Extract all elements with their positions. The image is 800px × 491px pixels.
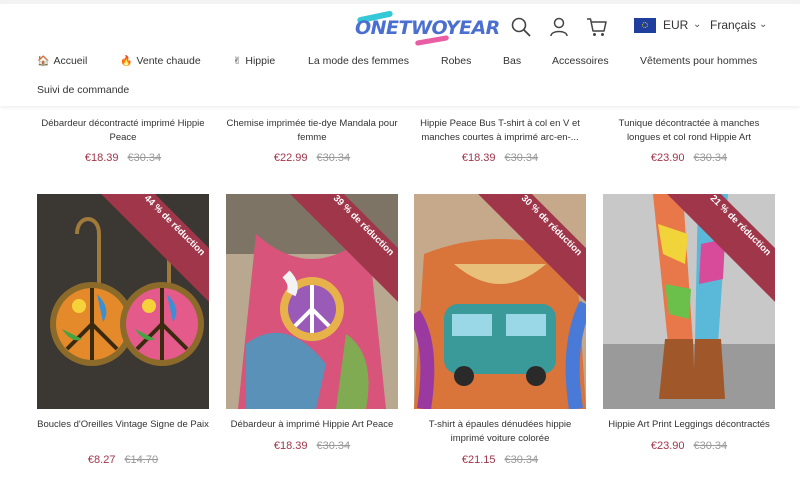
original-price: €30.34 [316, 440, 351, 452]
sale-price: €18.39 [273, 440, 308, 452]
product-image[interactable]: 44 % de réduction [37, 194, 209, 409]
original-price: €30.34 [693, 440, 728, 452]
nav-item-vente-chaude[interactable]: 🔥 Vente chaude [120, 55, 201, 67]
nav-item-robes[interactable]: Robes [441, 55, 471, 67]
brand-logo[interactable]: ONETWOYEAR [355, 10, 500, 46]
product-price: €23.90 €30.34 [603, 152, 775, 164]
original-price: €30.34 [127, 152, 162, 164]
sale-price: €23.90 [650, 152, 685, 164]
original-price: €30.34 [504, 152, 539, 164]
nav-item-vetements-hommes[interactable]: Vêtements pour hommes [640, 55, 757, 67]
sale-price: €18.39 [84, 152, 119, 164]
sale-price: €23.90 [650, 440, 685, 452]
sale-price: €22.99 [273, 152, 308, 164]
original-price: €30.34 [504, 454, 539, 466]
sale-price: €21.15 [461, 454, 496, 466]
nav-item-bas[interactable]: Bas [503, 55, 521, 67]
cart-icon[interactable] [586, 16, 608, 38]
site-header: ONETWOYEAR EUR ⌄ Français ⌄ 🏠 Accueil 🔥 Ve… [0, 4, 800, 106]
product-title[interactable]: Hippie Peace Bus T-shirt à col en V et m… [414, 117, 586, 145]
product-title[interactable]: T-shirt à épaules dénudées hippie imprim… [414, 418, 586, 446]
product-title[interactable]: Tunique décontractée à manches longues e… [603, 117, 775, 145]
nav-item-suivi-commande[interactable]: Suivi de commande [37, 84, 129, 96]
product-title[interactable]: Débardeur à imprimé Hippie Art Peace [226, 418, 398, 432]
product-price: €18.39 €30.34 [37, 152, 209, 164]
product-title[interactable]: Boucles d'Oreilles Vintage Signe de Paix [37, 418, 209, 432]
nav-item-accueil[interactable]: 🏠 Accueil [37, 55, 87, 67]
original-price: €30.34 [316, 152, 351, 164]
sale-price: €8.27 [87, 454, 116, 466]
currency-selector[interactable]: EUR [663, 18, 688, 32]
product-price: €18.39 €30.34 [414, 152, 586, 164]
chevron-down-icon[interactable]: ⌄ [693, 19, 701, 30]
product-price: €8.27 €14.70 [37, 454, 209, 466]
user-icon[interactable] [548, 16, 570, 38]
product-title[interactable]: Chemise imprimée tie-dye Mandala pour fe… [226, 117, 398, 145]
product-price: €21.15 €30.34 [414, 454, 586, 466]
original-price: €14.70 [124, 454, 159, 466]
nav-item-mode-femmes[interactable]: La mode des femmes [308, 55, 409, 67]
nav-item-accessoires[interactable]: Accessoires [552, 55, 609, 67]
language-selector[interactable]: Français [710, 18, 756, 32]
product-price: €22.99 €30.34 [226, 152, 398, 164]
main-nav: 🏠 Accueil 🔥 Vente chaude ✌ Hippie La mode d… [0, 55, 800, 71]
search-icon[interactable] [510, 16, 532, 38]
product-image[interactable]: 21 % de réduction [603, 194, 775, 409]
product-price: €23.90 €30.34 [603, 440, 775, 452]
eu-flag-icon[interactable] [634, 18, 656, 33]
sale-price: €18.39 [461, 152, 496, 164]
product-title[interactable]: Débardeur décontracté imprimé Hippie Pea… [37, 117, 209, 145]
original-price: €30.34 [693, 152, 728, 164]
product-image[interactable]: 30 % de réduction [414, 194, 586, 409]
product-price: €18.39 €30.34 [226, 440, 398, 452]
logo-text: ONETWOYEAR [355, 17, 500, 39]
nav-item-hippie[interactable]: ✌ Hippie [233, 55, 275, 67]
product-image[interactable]: 39 % de réduction [226, 194, 398, 409]
product-title[interactable]: Hippie Art Print Leggings décontractés [603, 418, 775, 432]
chevron-down-icon[interactable]: ⌄ [759, 19, 767, 30]
